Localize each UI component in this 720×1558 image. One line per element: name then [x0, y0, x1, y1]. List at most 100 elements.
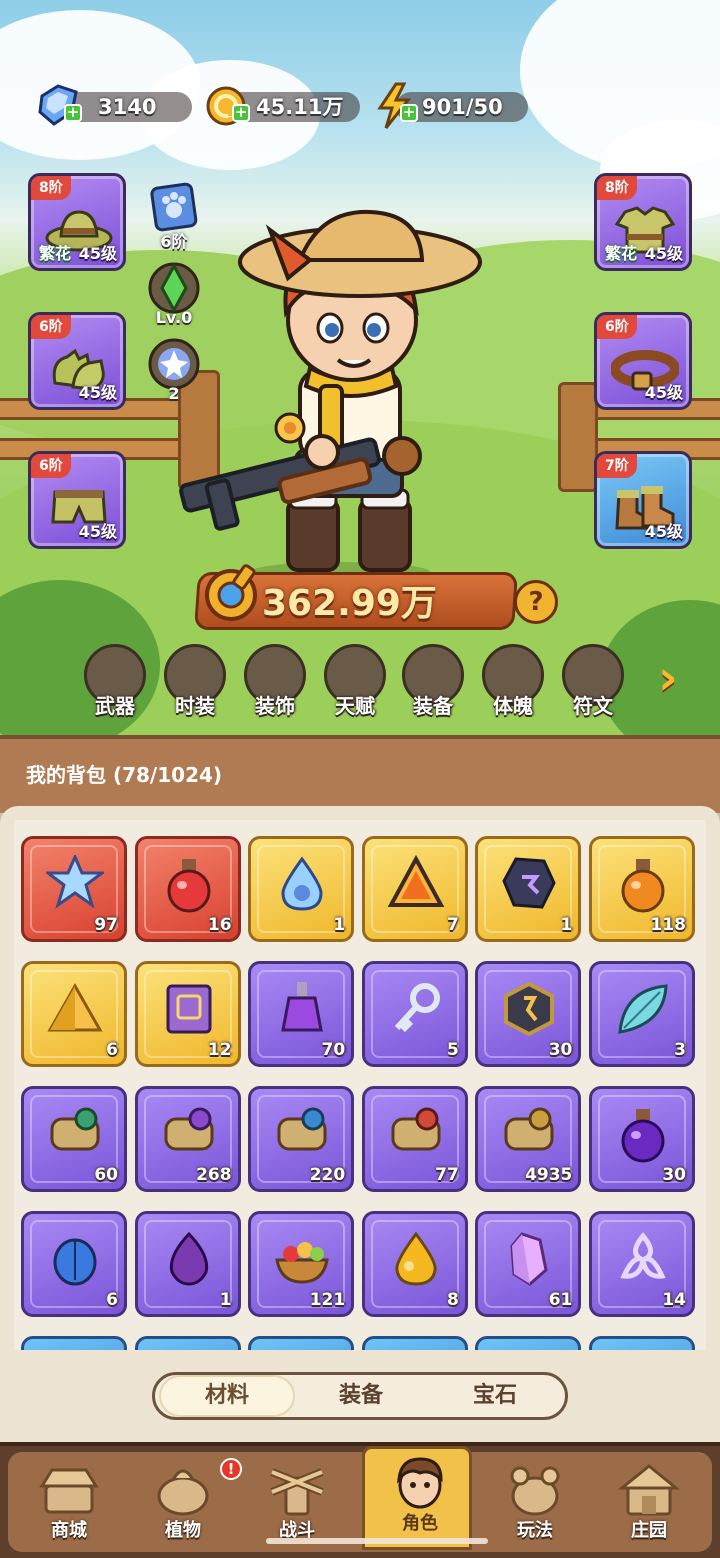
equip-slot-boots[interactable]: 7阶 45级 — [594, 451, 692, 549]
bag-item[interactable]: 121 — [248, 1211, 355, 1317]
bag-item[interactable]: 1 — [248, 836, 355, 942]
bag-item[interactable]: 6 — [21, 1211, 127, 1317]
item-count: 70 — [321, 1040, 346, 1060]
bag-item[interactable]: 60 — [21, 1086, 127, 1192]
bag-item[interactable] — [589, 1336, 695, 1350]
bag-item[interactable]: 3 — [589, 961, 695, 1067]
bag-item[interactable] — [248, 1336, 355, 1350]
item-count: 60 — [94, 1165, 118, 1185]
feature-label: 装备 — [413, 694, 453, 718]
item-count: 6 — [106, 1040, 118, 1060]
feature-talent-button[interactable]: 天赋 — [322, 644, 388, 718]
gold-add-button[interactable]: + — [232, 104, 250, 122]
orb-count: 2 — [168, 384, 180, 403]
nav-manor[interactable]: 庄园 — [594, 1456, 704, 1548]
nav-gameplay[interactable]: 玩法 — [480, 1456, 590, 1548]
character-avatar[interactable] — [170, 200, 510, 580]
power-gauge-icon — [205, 564, 257, 621]
bag-grid[interactable]: 97 16 1 7 1 118 6 12 70 5 30 3 60 268 220 77 4935 30 6 1 121… — [14, 820, 706, 1350]
equip-slot-gloves[interactable]: 6阶 45级 — [28, 312, 126, 410]
item-count: 61 — [548, 1290, 573, 1310]
item-count: 30 — [548, 1040, 573, 1060]
tier-badge: 6阶 — [597, 315, 637, 339]
diamond-add-button[interactable]: + — [64, 104, 82, 122]
equip-slot-shirt[interactable]: 8阶 繁花 45级 — [594, 173, 692, 271]
help-button[interactable]: ? — [514, 580, 558, 624]
bag-item[interactable]: 30 — [589, 1086, 695, 1192]
scroll-purple-icon — [164, 1107, 214, 1151]
feature-label: 装饰 — [255, 694, 295, 718]
energy-add-button[interactable]: + — [400, 104, 418, 122]
feature-weapon-button[interactable]: 武器 — [82, 644, 148, 718]
bag-item[interactable]: 1 — [134, 1211, 241, 1317]
bag-tabs: 材料 装备 宝石 — [152, 1372, 568, 1420]
bag-item[interactable] — [21, 1336, 127, 1350]
item-count: 14 — [662, 1290, 686, 1310]
purple-potion-icon — [281, 982, 323, 1032]
bag-item[interactable]: 4935 — [475, 1086, 582, 1192]
bag-item[interactable]: 12 — [134, 961, 241, 1067]
bag-item[interactable]: 5 — [361, 961, 468, 1067]
bag-item[interactable] — [361, 1336, 468, 1350]
item-count: 12 — [207, 1040, 232, 1060]
bag-item[interactable]: 220 — [248, 1086, 355, 1192]
bag-item[interactable]: 118 — [589, 836, 695, 942]
level-label: 45级 — [644, 244, 683, 263]
item-count: 77 — [435, 1165, 459, 1185]
bag-item[interactable]: 70 — [248, 961, 355, 1067]
knot-icon — [620, 1232, 666, 1279]
bag-item[interactable]: 30 — [475, 961, 582, 1067]
gameplay-icon — [510, 1466, 560, 1516]
item-count: 4935 — [525, 1165, 573, 1185]
bag-item[interactable]: 61 — [475, 1211, 582, 1317]
equip-slot-pants[interactable]: 6阶 45级 — [28, 451, 126, 549]
feature-equipment-button[interactable]: 装备 — [400, 644, 466, 718]
bag-item[interactable] — [475, 1336, 582, 1350]
crystal-star-icon — [46, 855, 104, 909]
equip-slot-belt[interactable]: 6阶 45级 — [594, 312, 692, 410]
chevron-right-icon[interactable]: › — [658, 654, 698, 702]
feature-decoration-button[interactable]: 装饰 — [242, 644, 308, 718]
gold-count: 45.11万 — [256, 95, 344, 119]
bag-item[interactable]: 7 — [361, 836, 468, 942]
item-count: 16 — [207, 915, 232, 935]
feature-outfit-button[interactable]: 时装 — [162, 644, 228, 718]
scroll-gold-icon — [504, 1107, 554, 1151]
bag-item[interactable]: 97 — [21, 836, 127, 942]
tier-badge: 8阶 — [31, 176, 71, 200]
scroll-red-icon — [391, 1107, 441, 1151]
bag-item[interactable]: 6 — [21, 961, 127, 1067]
character-scene: + 3140 + 45.11万 + 901/50 8阶 繁花 45级 6阶 45… — [0, 0, 720, 735]
bag-item[interactable]: 268 — [134, 1086, 241, 1192]
nav-shop[interactable]: 商城 — [14, 1456, 124, 1548]
feature-label: 时装 — [175, 694, 215, 718]
spellbook-icon — [166, 984, 212, 1034]
manor-icon — [618, 1464, 680, 1516]
bag-item[interactable]: 1 — [475, 836, 582, 942]
bag-item[interactable]: 8 — [361, 1211, 468, 1317]
nav-battle[interactable]: 战斗 — [242, 1456, 352, 1548]
fence-post — [558, 382, 598, 492]
tier-badge: 7阶 — [597, 454, 637, 478]
item-count: 268 — [196, 1165, 232, 1185]
feature-physique-button[interactable]: 体魄 — [480, 644, 546, 718]
bag-item[interactable]: 14 — [589, 1211, 695, 1317]
battle-icon — [270, 1468, 324, 1516]
tier-badge: 6阶 — [31, 315, 71, 339]
tab-equipment[interactable]: 装备 — [293, 1375, 429, 1417]
equip-slot-hat[interactable]: 8阶 繁花 45级 — [28, 173, 126, 271]
bag-item[interactable] — [134, 1336, 241, 1350]
tab-gems[interactable]: 宝石 — [427, 1375, 563, 1417]
bag-item[interactable]: 77 — [361, 1086, 468, 1192]
item-count: 7 — [446, 915, 459, 935]
nav-plants[interactable]: ! 植物 — [128, 1456, 242, 1548]
violet-potion-icon — [621, 1109, 665, 1163]
item-count: 1 — [560, 915, 573, 935]
feature-rune-button[interactable]: 符文 — [560, 644, 626, 718]
item-count: 97 — [94, 915, 118, 935]
item-count: 30 — [662, 1165, 686, 1185]
plant-icon — [157, 1469, 209, 1516]
nav-character[interactable]: 角色 — [362, 1446, 472, 1550]
bag-item[interactable]: 16 — [134, 836, 241, 942]
tab-materials[interactable]: 材料 — [159, 1375, 295, 1417]
